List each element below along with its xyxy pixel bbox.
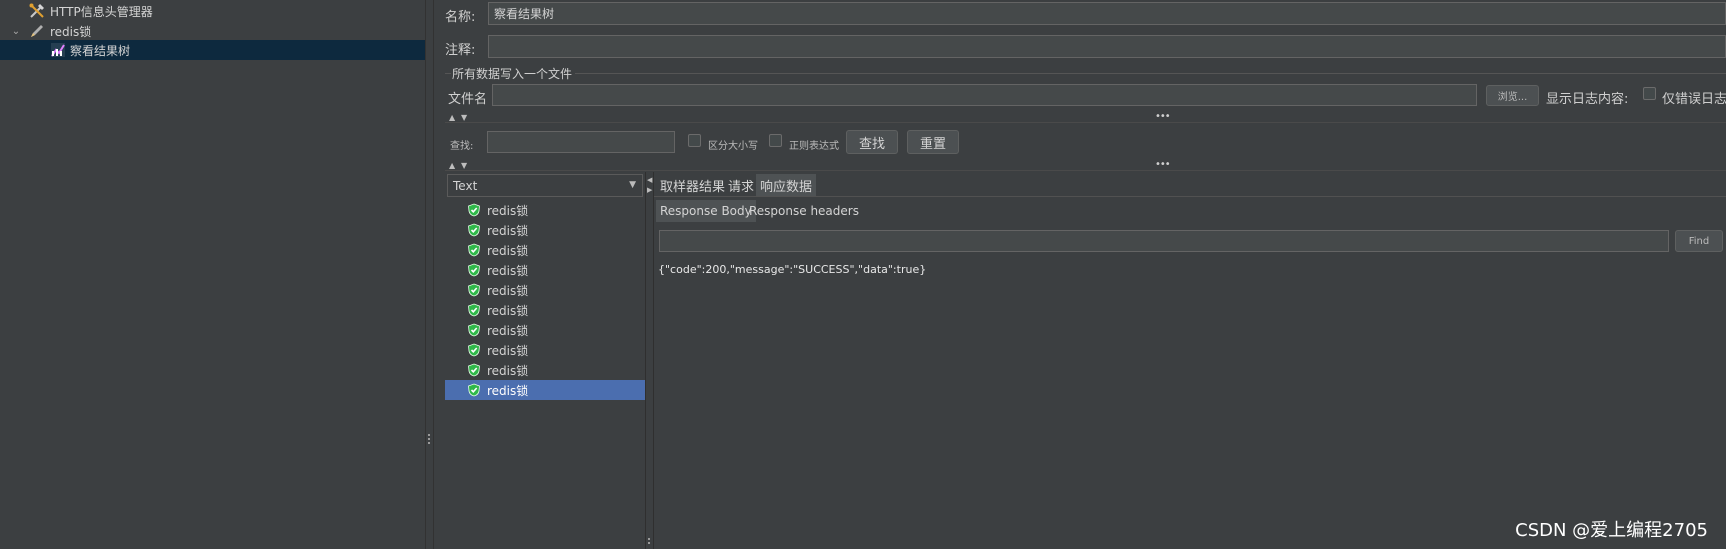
tree-item-view-results-tree[interactable]: 察看结果树 — [0, 40, 425, 60]
success-shield-icon — [467, 363, 481, 377]
response-find-button[interactable]: Find — [1675, 230, 1723, 252]
tab-response-headers[interactable]: Response headers — [745, 200, 863, 222]
sample-result-item[interactable]: redis锁 — [445, 220, 645, 240]
case-sensitive-checkbox[interactable] — [688, 134, 701, 147]
sample-result-label: redis锁 — [487, 363, 529, 378]
tree-item-label: 察看结果树 — [70, 43, 131, 58]
tab-request[interactable]: 请求 — [724, 174, 758, 196]
success-shield-icon — [467, 323, 481, 337]
triangle-up-icon[interactable]: ▲ — [449, 114, 455, 122]
drag-handle-icon[interactable]: ••• — [1155, 160, 1171, 170]
sample-result-label: redis锁 — [487, 283, 529, 298]
sample-result-label: redis锁 — [487, 323, 529, 338]
sample-result-item[interactable]: redis锁 — [445, 300, 645, 320]
sample-result-item[interactable]: redis锁 — [445, 340, 645, 360]
sample-result-item[interactable]: redis锁 — [445, 320, 645, 340]
sample-result-label: redis锁 — [487, 303, 529, 318]
pencil-icon — [28, 22, 46, 40]
sample-result-label: redis锁 — [487, 243, 529, 258]
success-shield-icon — [467, 263, 481, 277]
errors-only-label: 仅错误日志 — [1662, 92, 1726, 107]
file-group-title: 所有数据写入一个文件 — [452, 67, 573, 81]
sample-result-label: redis锁 — [487, 223, 529, 238]
sample-result-item[interactable]: redis锁 — [445, 280, 645, 300]
splitter-grip-icon — [428, 432, 431, 446]
regex-checkbox[interactable] — [769, 134, 782, 147]
pane-splitter[interactable] — [425, 0, 434, 549]
filename-field[interactable] — [492, 84, 1477, 106]
sample-result-label: redis锁 — [487, 263, 529, 278]
triangle-right-icon[interactable]: ▶ — [647, 186, 652, 194]
tree-item-http-header-manager[interactable]: HTTP信息头管理器 — [0, 1, 425, 21]
triangle-down-icon[interactable]: ▼ — [461, 114, 467, 122]
sample-result-label: redis锁 — [487, 343, 529, 358]
success-shield-icon — [467, 203, 481, 217]
renderer-selected-value: Text — [453, 178, 478, 193]
search-input[interactable] — [487, 131, 675, 153]
search-find-button[interactable]: 查找 — [846, 130, 898, 154]
success-shield-icon — [467, 223, 481, 237]
chevron-down-icon[interactable]: ⌄ — [10, 21, 22, 41]
group-border — [445, 73, 451, 74]
search-label: 查找: — [450, 141, 474, 152]
wrench-screwdriver-icon — [28, 2, 46, 20]
divider — [445, 170, 1726, 171]
chart-icon — [50, 42, 66, 58]
tree-item-redis-lock[interactable]: ⌄ redis锁 — [0, 21, 425, 41]
splitter-grip-icon — [648, 536, 651, 546]
divider — [445, 122, 1726, 123]
triangle-up-icon[interactable]: ▲ — [449, 162, 455, 170]
search-reset-button[interactable]: 重置 — [907, 130, 959, 154]
results-splitter[interactable]: ◀ ▶ — [645, 172, 654, 549]
errors-only-checkbox[interactable] — [1643, 87, 1656, 100]
renderer-select[interactable]: Text ▼ — [447, 174, 643, 197]
comment-field[interactable] — [488, 35, 1726, 58]
sample-result-label: redis锁 — [487, 203, 529, 218]
tree-item-label: redis锁 — [50, 24, 92, 39]
success-shield-icon — [467, 243, 481, 257]
response-find-input[interactable] — [659, 230, 1669, 252]
tab-underline — [654, 196, 1726, 197]
test-plan-tree: HTTP信息头管理器 ⌄ redis锁 察看结果树 — [0, 0, 425, 549]
show-log-label: 显示日志内容: — [1546, 92, 1629, 107]
chevron-down-icon: ▼ — [629, 180, 636, 190]
filename-label: 文件名 — [448, 92, 488, 107]
drag-handle-icon[interactable]: ••• — [1155, 112, 1171, 122]
triangle-down-icon[interactable]: ▼ — [461, 162, 467, 170]
name-field[interactable]: 察看结果树 — [488, 2, 1726, 25]
success-shield-icon — [467, 283, 481, 297]
tab-sampler-result[interactable]: 取样器结果 — [656, 174, 729, 196]
success-shield-icon — [467, 303, 481, 317]
group-border — [575, 73, 1726, 74]
sample-result-item[interactable]: redis锁 — [445, 240, 645, 260]
tab-response-data[interactable]: 响应数据 — [756, 174, 817, 196]
tab-response-body[interactable]: Response Body — [656, 200, 756, 222]
name-label: 名称: — [445, 10, 476, 25]
sample-result-item[interactable]: redis锁 — [445, 360, 645, 380]
comment-label: 注释: — [445, 43, 476, 58]
success-shield-icon — [467, 383, 481, 397]
triangle-left-icon[interactable]: ◀ — [647, 176, 652, 184]
browse-button[interactable]: 浏览... — [1486, 85, 1539, 106]
sample-result-item[interactable]: redis锁 — [445, 200, 645, 220]
tree-item-label: HTTP信息头管理器 — [50, 4, 153, 19]
sample-result-item[interactable]: redis锁 — [445, 260, 645, 280]
success-shield-icon — [467, 343, 481, 357]
sample-result-label: redis锁 — [487, 383, 529, 398]
case-sensitive-label: 区分大小写 — [708, 141, 758, 152]
sample-result-item[interactable]: redis锁 — [445, 380, 645, 400]
regex-label: 正则表达式 — [789, 141, 839, 152]
watermark: CSDN @爱上编程2705 — [1515, 520, 1708, 541]
response-body-text[interactable]: {"code":200,"message":"SUCCESS","data":t… — [658, 263, 926, 276]
